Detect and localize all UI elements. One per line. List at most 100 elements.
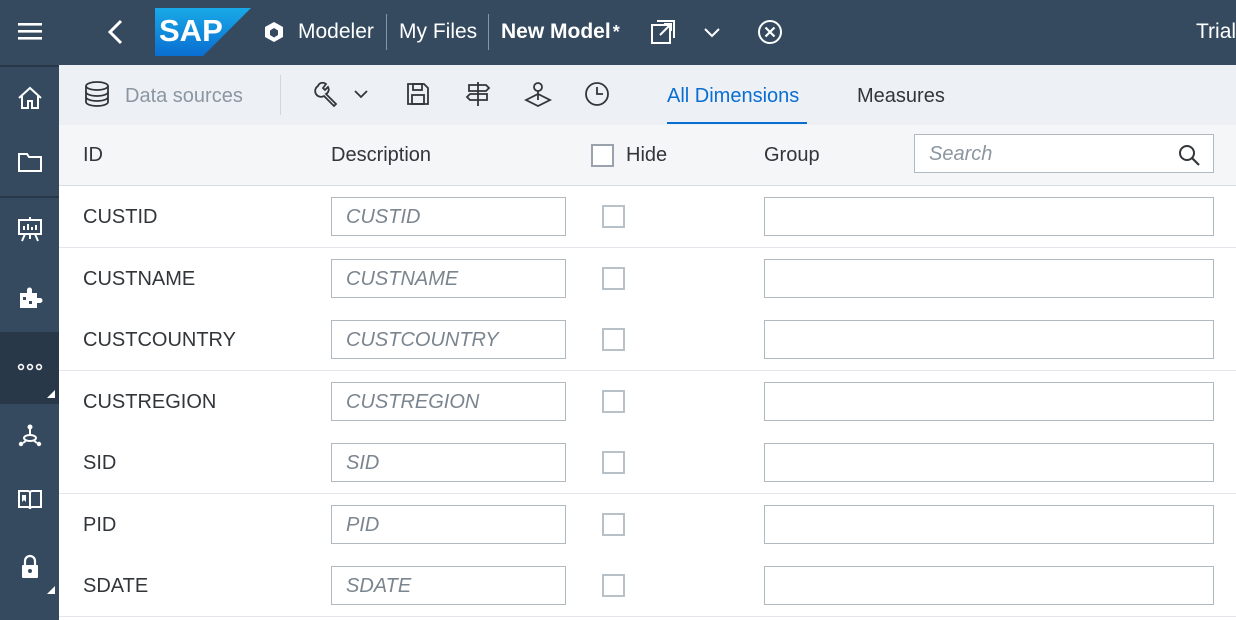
- history-clock-icon[interactable]: [583, 80, 611, 108]
- toolbar-separator: [280, 75, 281, 115]
- group-field[interactable]: [764, 443, 1214, 482]
- table-row: CUSTCOUNTRY CUSTCOUNTRY: [59, 309, 1236, 371]
- hide-checkbox[interactable]: [602, 205, 625, 228]
- description-field[interactable]: SID: [331, 443, 566, 482]
- description-field[interactable]: PID: [331, 505, 566, 544]
- dimension-id: CUSTNAME: [83, 268, 196, 290]
- breadcrumb-my-files[interactable]: My Files: [399, 19, 477, 45]
- description-placeholder: SID: [346, 452, 380, 474]
- chevron-down-icon[interactable]: [347, 80, 375, 108]
- modeler-puzzle-icon: [19, 287, 42, 308]
- dimension-id: SDATE: [83, 575, 149, 597]
- hide-checkbox[interactable]: [602, 451, 625, 474]
- hide-checkbox[interactable]: [602, 513, 625, 536]
- description-field[interactable]: SDATE: [331, 566, 566, 605]
- hide-all-checkbox[interactable]: [591, 144, 614, 167]
- signpost-icon[interactable]: [464, 80, 492, 108]
- group-field[interactable]: [764, 197, 1214, 236]
- group-field[interactable]: [764, 566, 1214, 605]
- app-name[interactable]: Modeler: [298, 19, 374, 45]
- rail-home-button[interactable]: [0, 67, 59, 129]
- group-field[interactable]: [764, 259, 1214, 298]
- description-placeholder: CUSTCOUNTRY: [346, 329, 499, 351]
- table-row: CUSTREGION CUSTREGION: [59, 371, 1236, 433]
- selected-tab-indicator: [667, 122, 807, 124]
- rail-files-button[interactable]: [0, 131, 59, 193]
- description-field[interactable]: CUSTCOUNTRY: [331, 320, 566, 359]
- description-placeholder: SDATE: [346, 575, 412, 597]
- breadcrumb-separator: [386, 14, 387, 50]
- expand-corner-indicator: [47, 586, 55, 594]
- home-icon: [17, 86, 42, 109]
- tab-all-dimensions[interactable]: All Dimensions: [667, 84, 799, 108]
- table-row: CUSTNAME CUSTNAME: [59, 248, 1236, 310]
- description-placeholder: CUSTNAME: [346, 268, 459, 290]
- description-placeholder: CUSTREGION: [346, 391, 480, 413]
- sap-logo[interactable]: SAP: [155, 8, 251, 56]
- column-header-group[interactable]: Group: [764, 143, 820, 167]
- grid-column-header: ID Description Hide Group Search: [59, 125, 1236, 186]
- model-toolbar: Data sources All Dimensions Measures: [59, 65, 1236, 125]
- rail-connections-button[interactable]: [0, 404, 59, 466]
- presentation-icon: [17, 217, 42, 242]
- dimension-id: CUSTCOUNTRY: [83, 329, 236, 351]
- dimension-id: CUSTREGION: [83, 391, 217, 413]
- database-icon[interactable]: [83, 80, 111, 108]
- search-input[interactable]: Search: [914, 134, 1214, 173]
- column-header-description[interactable]: Description: [331, 143, 431, 167]
- tab-measures[interactable]: Measures: [857, 84, 945, 108]
- description-placeholder: PID: [346, 514, 380, 536]
- model-title[interactable]: New Model *: [501, 19, 620, 45]
- learning-book-icon: [17, 490, 42, 510]
- column-header-hide[interactable]: Hide: [626, 143, 667, 167]
- left-navigation-rail: [0, 0, 59, 620]
- breadcrumb-separator: [488, 14, 489, 50]
- menu-button[interactable]: [0, 0, 59, 62]
- group-field[interactable]: [764, 382, 1214, 421]
- connections-icon: [18, 424, 41, 447]
- description-field[interactable]: CUSTREGION: [331, 382, 566, 421]
- search-icon[interactable]: [1177, 143, 1201, 167]
- rail-modeler-button[interactable]: [0, 267, 59, 329]
- group-field[interactable]: [764, 320, 1214, 359]
- hamburger-menu-icon: [17, 23, 42, 40]
- description-field[interactable]: CUSTNAME: [331, 259, 566, 298]
- folder-icon: [17, 153, 42, 172]
- table-row: SID SID: [59, 432, 1236, 494]
- hide-checkbox[interactable]: [602, 328, 625, 351]
- rail-learning-button[interactable]: [0, 468, 59, 530]
- chevron-down-icon[interactable]: [698, 18, 726, 46]
- rail-stories-button[interactable]: [0, 198, 59, 260]
- column-header-id[interactable]: ID: [83, 143, 103, 167]
- model-title-text: New Model: [501, 20, 611, 43]
- geo-map-icon[interactable]: [524, 80, 552, 108]
- rail-security-button[interactable]: [0, 536, 59, 598]
- table-row: PID PID: [59, 494, 1236, 556]
- dimension-id: SID: [83, 452, 117, 474]
- hide-checkbox[interactable]: [602, 390, 625, 413]
- rail-more-button[interactable]: [0, 332, 59, 402]
- description-field[interactable]: CUSTID: [331, 197, 566, 236]
- hide-checkbox[interactable]: [602, 574, 625, 597]
- search-placeholder: Search: [929, 143, 993, 165]
- dimension-id: CUSTID: [83, 206, 158, 228]
- shell-header: SAP Modeler My Files New Model * Trial: [59, 0, 1236, 65]
- hide-checkbox[interactable]: [602, 267, 625, 290]
- lock-icon: [21, 554, 38, 578]
- trial-label[interactable]: Trial: [1196, 19, 1236, 45]
- unsaved-marker: *: [612, 22, 620, 42]
- modeler-cube-icon: [265, 22, 283, 42]
- save-icon[interactable]: [404, 80, 432, 108]
- description-placeholder: CUSTID: [346, 206, 421, 228]
- back-arrow-icon[interactable]: [103, 18, 129, 46]
- wrench-icon[interactable]: [314, 80, 342, 108]
- table-row: SDATE SDATE: [59, 555, 1236, 617]
- open-in-new-window-icon[interactable]: [649, 18, 677, 46]
- data-sources-label[interactable]: Data sources: [125, 84, 243, 108]
- group-field[interactable]: [764, 505, 1214, 544]
- svg-text:SAP: SAP: [159, 13, 223, 48]
- table-row: CUSTID CUSTID: [59, 186, 1236, 248]
- close-circle-icon[interactable]: [756, 18, 784, 46]
- more-icon: [17, 363, 42, 371]
- expand-corner-indicator: [47, 390, 55, 398]
